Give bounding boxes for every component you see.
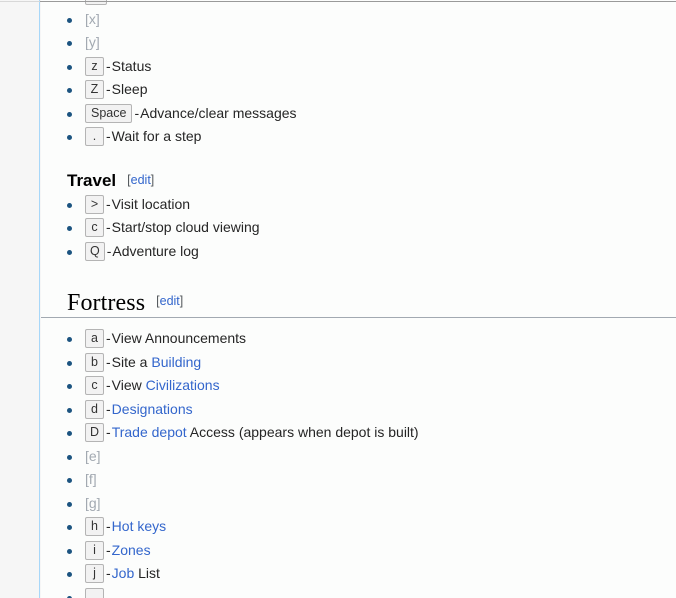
list-item: h -Hot keys	[41, 515, 676, 539]
keybinding-list-adventure: W-Weather [x] [y] z-Status Z-Sleep Space…	[41, 0, 676, 149]
separator-dash: -	[106, 81, 111, 97]
list-item: a -View Announcements	[41, 327, 676, 351]
list-item: [y]	[41, 31, 676, 55]
separator-dash: -	[106, 541, 111, 558]
separator-dash: -	[106, 353, 111, 370]
keybinding-list-fortress: a -View Announcements b -Site a Building c…	[41, 327, 676, 598]
key-description-suffix: List	[134, 565, 160, 581]
key-cap: i	[85, 540, 104, 560]
key-description: Adventure log	[112, 242, 199, 259]
list-item: > -Visit location	[41, 193, 676, 217]
separator-dash: -	[106, 518, 111, 534]
edit-section-link-travel: [edit]	[127, 173, 154, 187]
key-cap: d	[85, 399, 104, 419]
separator-dash: -	[106, 128, 111, 144]
content-area: W-Weather [x] [y] z-Status Z-Sleep Space…	[41, 0, 676, 598]
key-cap: b	[85, 352, 104, 372]
key-cap: Z	[85, 80, 104, 99]
separator-dash: -	[106, 219, 111, 235]
list-item: b -Site a Building	[41, 351, 676, 375]
key-description: Visit location	[111, 195, 191, 212]
list-item: D -Trade depot Access (appears when depot…	[41, 421, 676, 445]
section-heading-travel: Travel [edit]	[41, 163, 676, 193]
key-cap: D	[85, 423, 105, 442]
list-item: Z -Sleep	[41, 78, 676, 102]
wiki-link-hot-keys[interactable]: Hot keys	[112, 518, 166, 534]
separator-dash: -	[106, 400, 111, 417]
key-placeholder: [g]	[85, 494, 101, 511]
wiki-page-root: W-Weather [x] [y] z-Status Z-Sleep Space…	[0, 0, 676, 598]
key-placeholder: [x]	[85, 10, 100, 27]
key-placeholder: [f]	[85, 471, 97, 487]
edit-link[interactable]: edit	[131, 173, 151, 187]
key-cap: a	[85, 329, 104, 348]
list-item: j -Job List	[41, 562, 676, 586]
key-description: Sleep	[111, 81, 148, 97]
key-cap: c	[85, 218, 104, 237]
article-body: W-Weather [x] [y] z-Status Z-Sleep Space…	[41, 0, 676, 598]
key-cap: .	[85, 127, 104, 146]
separator-dash: -	[106, 424, 111, 440]
key-description: Status	[111, 57, 152, 74]
separator-dash: -	[106, 195, 111, 212]
separator-dash: -	[106, 377, 111, 393]
separator-dash: -	[106, 330, 111, 346]
key-description-suffix: Access (appears when depot is built)	[186, 424, 419, 440]
separator-dash: -	[134, 104, 140, 121]
key-description: Advance/clear messages	[140, 104, 297, 121]
list-item: c -View Civilizations	[41, 374, 676, 398]
wiki-link-civilizations[interactable]: Civilizations	[146, 377, 220, 393]
section-heading-fortress: Fortress [edit]	[41, 284, 676, 318]
key-placeholder: [e]	[85, 447, 101, 464]
wiki-link-job[interactable]: Job	[112, 565, 135, 581]
list-item: [g]	[41, 492, 676, 516]
list-item: z -Status	[41, 55, 676, 79]
edit-section-link-fortress: [edit]	[156, 294, 183, 308]
edit-link[interactable]: edit	[160, 294, 180, 308]
list-item: i -Zones	[41, 539, 676, 563]
key-description: Wait for a step	[111, 128, 202, 144]
key-cap: >	[85, 194, 104, 214]
wiki-link-zones[interactable]: Zones	[112, 542, 151, 558]
top-horizontal-rule-sidebar	[0, 1, 40, 2]
bracket-close: ]	[179, 294, 184, 308]
key-cap: Space	[85, 103, 133, 123]
list-item: [e]	[41, 445, 676, 469]
wiki-link-designations[interactable]: Designations	[112, 401, 193, 417]
key-description: Start/stop cloud viewing	[111, 219, 260, 235]
list-item: . -Wait for a step	[41, 125, 676, 149]
list-item: Space -Advance/clear messages	[41, 102, 676, 126]
heading-text: Fortress	[67, 290, 146, 316]
list-item: [f]	[41, 468, 676, 492]
top-horizontal-rule	[0, 1, 676, 2]
list-item: [x]	[41, 8, 676, 32]
key-description-prefix: View	[111, 377, 146, 393]
wiki-link-building[interactable]: Building	[151, 354, 201, 370]
key-cap: Q	[85, 241, 105, 261]
key-cap: j	[85, 564, 104, 583]
bracket-close: ]	[150, 172, 155, 187]
heading-spacer	[41, 318, 676, 327]
keybinding-list-travel: > -Visit location c -Start/stop cloud view…	[41, 193, 676, 264]
key-cap: c	[85, 376, 104, 395]
key-placeholder: [y]	[85, 34, 100, 50]
key-cap: h	[85, 517, 104, 536]
key-cap	[85, 587, 104, 598]
separator-dash: -	[106, 57, 111, 74]
key-description-prefix: Site a	[111, 353, 152, 370]
key-description: View Announcements	[111, 330, 247, 346]
heading-text: Travel	[67, 170, 117, 190]
list-item	[41, 586, 676, 598]
separator-dash: -	[106, 565, 111, 581]
wiki-link-trade-depot[interactable]: Trade depot	[112, 424, 187, 440]
list-item: d -Designations	[41, 398, 676, 422]
list-item: Q -Adventure log	[41, 240, 676, 264]
list-item: c -Start/stop cloud viewing	[41, 216, 676, 240]
key-cap: z	[85, 56, 104, 76]
sidebar-gutter	[0, 0, 40, 598]
